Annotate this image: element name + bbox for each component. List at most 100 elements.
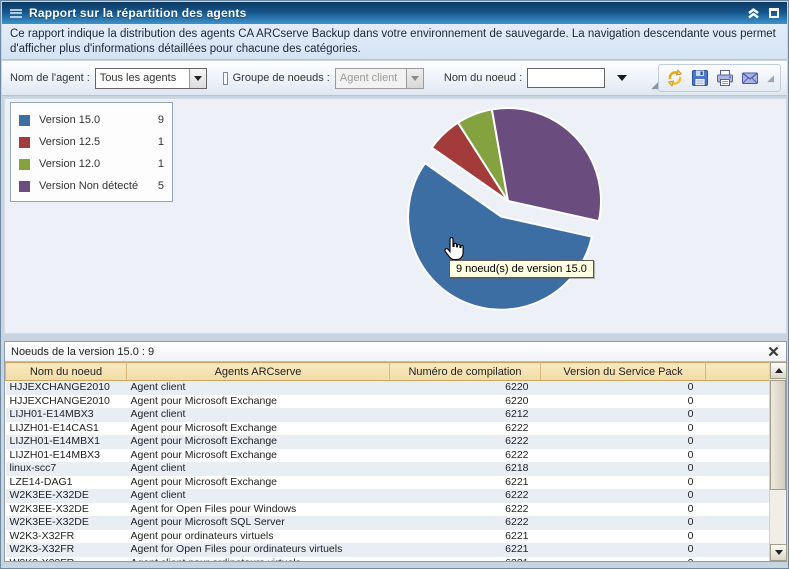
cell-service-pack: 0 xyxy=(541,395,706,409)
close-icon[interactable] xyxy=(766,345,780,359)
cell-node-name: LIJZH01-E14MBX1 xyxy=(6,435,127,449)
cell-empty xyxy=(706,449,770,463)
cell-service-pack: 0 xyxy=(541,503,706,517)
save-icon[interactable] xyxy=(690,68,710,88)
node-name-dropdown-icon[interactable] xyxy=(617,75,627,81)
drilldown-panel-title: Noeuds de la version 15.0 : 9 xyxy=(11,346,154,358)
table-row: W2K3EE-X32DEAgent pour Microsoft SQL Ser… xyxy=(6,516,770,530)
legend-item: Version 15.09 xyxy=(19,109,164,131)
legend-item: Version Non détecté5 xyxy=(19,175,164,197)
cell-empty xyxy=(706,381,770,395)
scroll-up-icon[interactable] xyxy=(770,362,787,379)
table-row: LIJZH01-E14MBX3Agent pour Microsoft Exch… xyxy=(6,449,770,463)
chevron-down-icon[interactable] xyxy=(406,69,423,88)
node-group-checkbox[interactable] xyxy=(223,72,228,85)
email-icon[interactable] xyxy=(740,68,760,88)
cell-service-pack: 0 xyxy=(541,476,706,490)
cell-service-pack: 0 xyxy=(541,422,706,436)
title-bar: Rapport sur la répartition des agents xyxy=(2,2,787,24)
cell-build-number: 6221 xyxy=(390,543,541,557)
table-row: W2K3EE-X32DEAgent client62220 xyxy=(6,489,770,503)
cell-build-number: 6222 xyxy=(390,489,541,503)
node-name-label: Nom du noeud : xyxy=(444,72,522,84)
cell-empty xyxy=(706,408,770,422)
cell-build-number: 6222 xyxy=(390,503,541,517)
column-header-agents[interactable]: Agents ARCserve xyxy=(127,363,390,381)
cell-service-pack: 0 xyxy=(541,530,706,544)
cell-service-pack: 0 xyxy=(541,489,706,503)
report-icon xyxy=(10,8,22,19)
restore-window-icon[interactable] xyxy=(769,8,779,18)
node-group-select[interactable]: Agent client xyxy=(335,68,424,89)
agent-name-label: Nom de l'agent : xyxy=(10,72,90,84)
nodes-table: Nom du noeud Agents ARCserve Numéro de c… xyxy=(5,362,769,561)
column-header-node-name[interactable]: Nom du noeud xyxy=(6,363,127,381)
drilldown-panel: Noeuds de la version 15.0 : 9 Nom du noe… xyxy=(4,341,787,562)
cell-agent: Agent pour Microsoft SQL Server xyxy=(127,516,390,530)
cell-build-number: 6222 xyxy=(390,516,541,530)
cell-node-name: W2K3EE-X32DE xyxy=(6,503,127,517)
cell-node-name: W2K3-X32FR xyxy=(6,557,127,562)
scrollbar-thumb[interactable] xyxy=(770,380,786,490)
legend-item: Version 12.51 xyxy=(19,131,164,153)
table-row: W2K3-X32FRAgent for Open Files pour ordi… xyxy=(6,543,770,557)
cell-agent: Agent client xyxy=(127,408,390,422)
legend-item: Version 12.01 xyxy=(19,153,164,175)
legend-value: 9 xyxy=(154,114,164,126)
table-header-row: Nom du noeud Agents ARCserve Numéro de c… xyxy=(6,363,770,381)
table-row: HJJEXCHANGE2010Agent client62200 xyxy=(6,381,770,395)
cell-node-name: HJJEXCHANGE2010 xyxy=(6,395,127,409)
chart-legend: Version 15.09Version 12.51Version 12.01V… xyxy=(10,102,173,202)
cell-service-pack: 0 xyxy=(541,381,706,395)
agent-name-select[interactable]: Tous les agents xyxy=(95,68,207,89)
cell-agent: Agent pour Microsoft Exchange xyxy=(127,449,390,463)
cell-service-pack: 0 xyxy=(541,543,706,557)
cell-empty xyxy=(706,503,770,517)
filter-toolbar: Nom de l'agent : Tous les agents Groupe … xyxy=(2,61,787,96)
cell-build-number: 6222 xyxy=(390,449,541,463)
cell-agent: Agent pour Microsoft Exchange xyxy=(127,435,390,449)
cell-node-name: LZE14-DAG1 xyxy=(6,476,127,490)
cell-empty xyxy=(706,543,770,557)
cell-node-name: linux-scc7 xyxy=(6,462,127,476)
table-row: linux-scc7Agent client62180 xyxy=(6,462,770,476)
cell-node-name: W2K3-X32FR xyxy=(6,530,127,544)
cell-build-number: 6221 xyxy=(390,476,541,490)
cell-empty xyxy=(706,462,770,476)
table-row: W2K3EE-X32DEAgent for Open Files pour Wi… xyxy=(6,503,770,517)
table-row: LIJZH01-E14CAS1Agent pour Microsoft Exch… xyxy=(6,422,770,436)
column-header-build-number[interactable]: Numéro de compilation xyxy=(390,363,541,381)
cell-empty xyxy=(706,516,770,530)
pie-slice[interactable] xyxy=(492,108,601,221)
cell-agent: Agent pour Microsoft Exchange xyxy=(127,476,390,490)
cell-build-number: 6221 xyxy=(390,530,541,544)
cell-service-pack: 0 xyxy=(541,435,706,449)
cell-empty xyxy=(706,422,770,436)
cell-agent: Agent for Open Files pour ordinateurs vi… xyxy=(127,543,390,557)
refresh-icon[interactable] xyxy=(665,68,685,88)
cell-node-name: LIJZH01-E14MBX3 xyxy=(6,449,127,463)
legend-swatch xyxy=(19,115,30,126)
legend-label: Version Non détecté xyxy=(39,180,154,192)
cell-node-name: W2K3EE-X32DE xyxy=(6,489,127,503)
cell-service-pack: 0 xyxy=(541,557,706,562)
table-row: W2K3-X32FRAgent client pour ordinateurs … xyxy=(6,557,770,562)
cell-agent: Agent client pour ordinateurs virtuels xyxy=(127,557,390,562)
print-icon[interactable] xyxy=(715,68,735,88)
cell-agent: Agent pour Microsoft Exchange xyxy=(127,422,390,436)
cell-empty xyxy=(706,530,770,544)
vertical-scrollbar[interactable] xyxy=(769,362,786,561)
cell-service-pack: 0 xyxy=(541,408,706,422)
cell-build-number: 6218 xyxy=(390,462,541,476)
collapse-panel-icon[interactable] xyxy=(747,7,760,19)
legend-label: Version 12.0 xyxy=(39,158,154,170)
chevron-down-icon[interactable] xyxy=(189,69,206,88)
legend-label: Version 15.0 xyxy=(39,114,154,126)
legend-swatch xyxy=(19,159,30,170)
scroll-down-icon[interactable] xyxy=(770,544,787,561)
cell-build-number: 6212 xyxy=(390,408,541,422)
node-name-input[interactable] xyxy=(527,68,605,88)
cell-service-pack: 0 xyxy=(541,449,706,463)
column-header-service-pack[interactable]: Version du Service Pack xyxy=(541,363,706,381)
toolbar-overflow-icon[interactable]: ◢ xyxy=(651,81,658,95)
